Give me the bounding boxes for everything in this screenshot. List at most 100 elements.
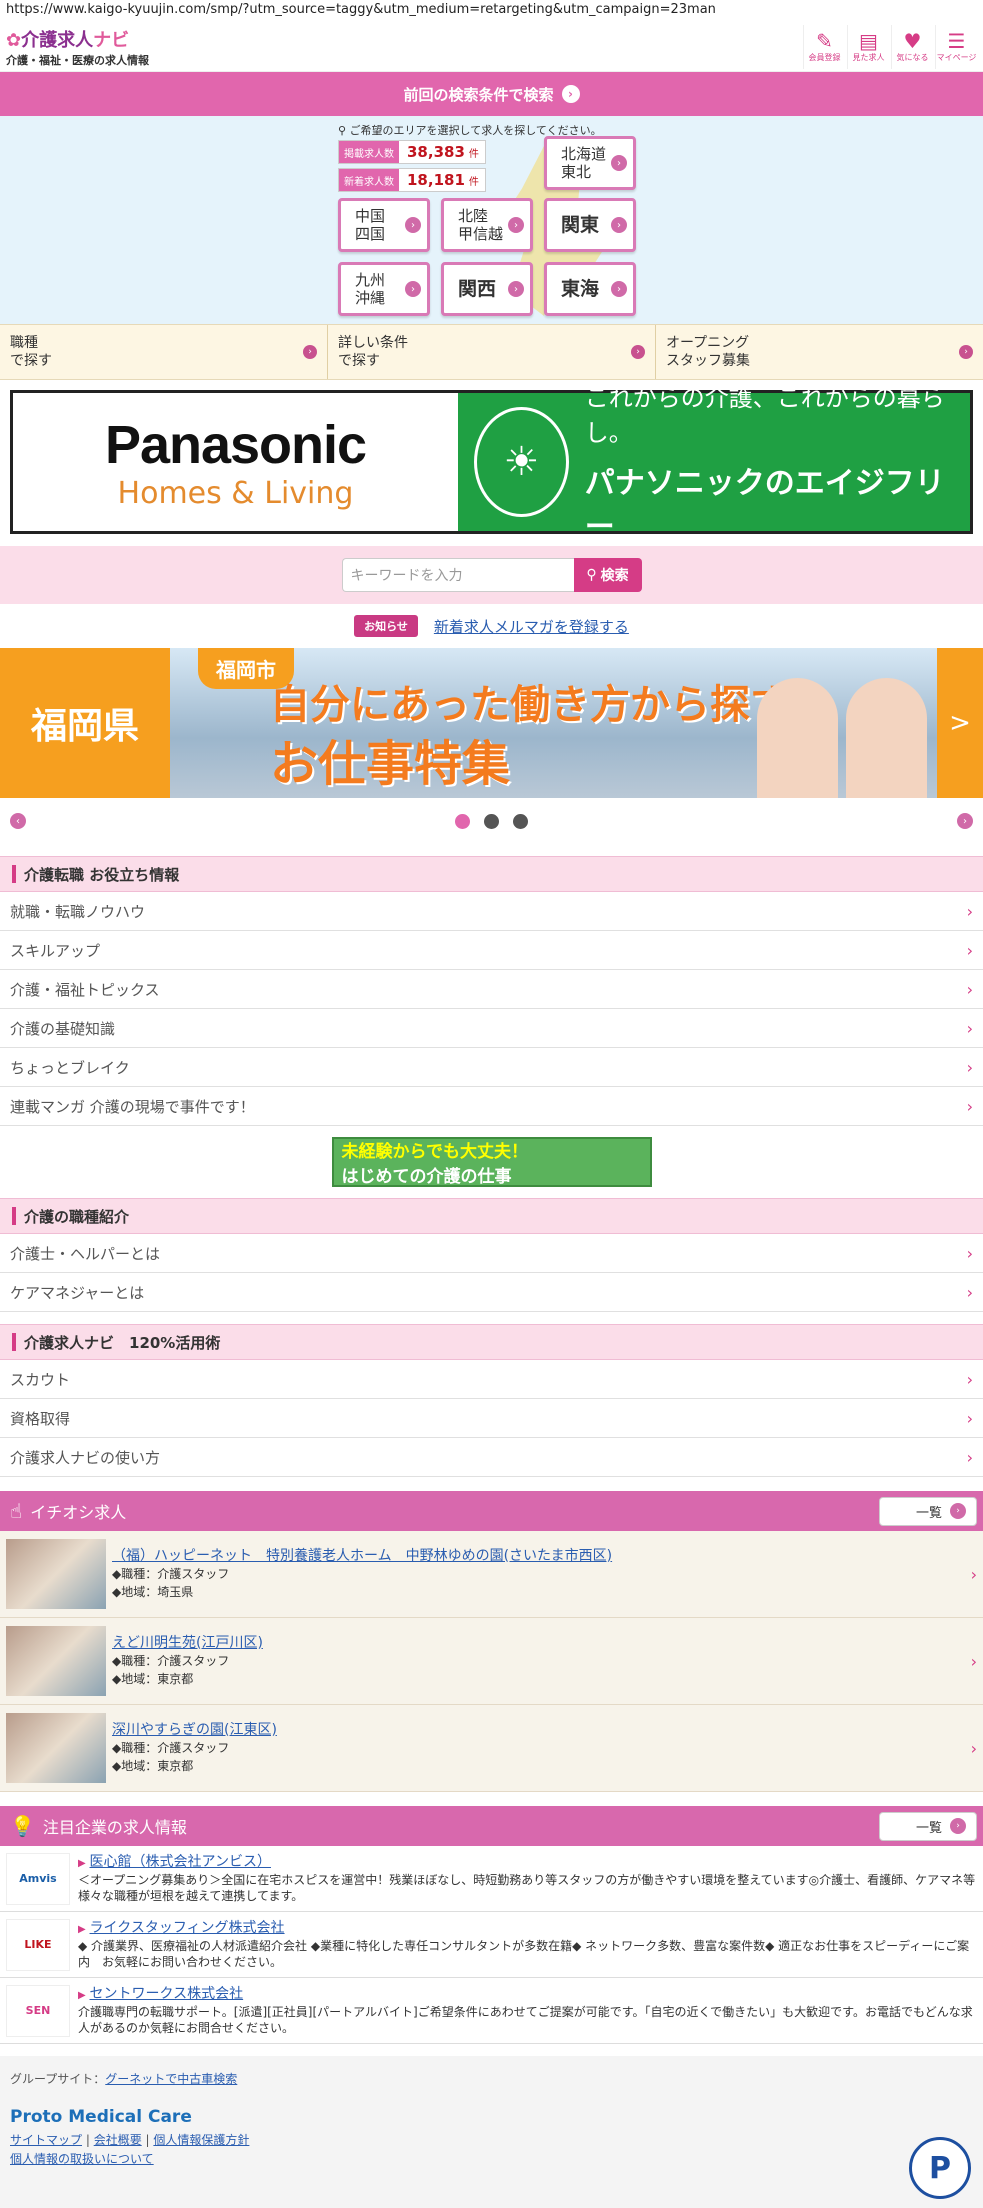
region-kanto[interactable]: 関東 › — [544, 198, 636, 252]
company-logo: Amvis — [6, 1852, 70, 1905]
job-row[interactable]: 深川やすらぎの園(江東区) ◆職種：介護スタッフ ◆地域：東京都 › — [0, 1705, 983, 1792]
favorites-button[interactable]: ♥ 気になる — [891, 24, 933, 69]
carousel-dot[interactable] — [484, 813, 499, 829]
chevron-right-icon: › — [966, 1096, 973, 1116]
ad-tagline: これからの介護、これからの暮らし。 — [584, 384, 945, 447]
chevron-right-icon: › — [966, 1369, 973, 1389]
ad-company: パナソニックのエイジフリー — [584, 466, 945, 545]
job-title-link[interactable]: 深川やすらぎの園(江東区) — [112, 1722, 277, 1738]
search-tabs: 職種 で探す › 詳しい条件 で探す › オープニング スタッフ募集 › — [0, 324, 983, 380]
member-register-button[interactable]: ✎ 会員登録 — [803, 24, 845, 69]
list-item[interactable]: ケアマネジャーとは › — [0, 1273, 983, 1312]
arrow-right-icon: › — [508, 281, 524, 297]
header-icons: ✎ 会員登録 ▤ 見た求人 ♥ 気になる ☰ マイページ — [803, 24, 977, 69]
pointing-hand-icon: ☝ — [10, 1499, 23, 1523]
chevron-right-icon: › — [966, 1018, 973, 1038]
list-item[interactable]: 介護・福祉トピックス › — [0, 970, 983, 1009]
arrow-right-icon: › — [508, 217, 524, 233]
tab-search-by-job-type[interactable]: 職種 で探す › — [0, 325, 328, 379]
search-button[interactable]: ⚲ 検索 — [573, 558, 642, 592]
region-hokuriku-koshinetsu[interactable]: 北陸 甲信越 › — [441, 198, 533, 252]
keyword-input[interactable]: キーワードを入力 — [341, 558, 574, 592]
region-chugoku-shikoku[interactable]: 中国 四国 › — [338, 198, 430, 252]
panasonic-ad-banner[interactable]: Panasonic Homes & Living ☀ これからの介護、これからの… — [10, 384, 973, 545]
carousel-prev-button[interactable]: ‹ — [10, 813, 26, 829]
region-tokai[interactable]: 東海 › — [544, 262, 636, 316]
companies-all-button[interactable]: 一覧 › — [878, 1811, 977, 1841]
chevron-right-icon: › — [966, 1447, 973, 1467]
arrow-right-icon: › — [561, 85, 580, 103]
beginner-banner[interactable]: 未経験からでも大丈夫！ はじめての介護の仕事 — [331, 1137, 652, 1187]
heart-icon: ♥ — [903, 29, 922, 53]
company-link[interactable]: セントワークス株式会社 — [90, 1986, 244, 2002]
footer: グループサイト：グーネットで中古車検索 Proto Medical Care サ… — [0, 2056, 983, 2208]
company-row[interactable]: LIKE ▶ ライクスタッフィング株式会社 ◆ 介護業界、医療福祉の人材派遣紹介会… — [0, 1912, 983, 1978]
job-title-link[interactable]: えど川明生苑(江戸川区) — [112, 1635, 263, 1651]
company-profile-link[interactable]: 会社概要 — [94, 2133, 142, 2147]
chevron-right-icon: › — [970, 1564, 977, 1584]
chevron-right-icon: › — [970, 1738, 977, 1758]
list-item[interactable]: 介護士・ヘルパーとは › — [0, 1234, 983, 1273]
company-row[interactable]: Amvis ▶ 医心館（株式会社アンビス） ＜オープニング募集あり＞全国に在宅ホス… — [0, 1846, 983, 1912]
list-item[interactable]: 介護の基礎知識 › — [0, 1009, 983, 1048]
region-kyushu-okinawa[interactable]: 九州 沖縄 › — [338, 262, 430, 316]
mypage-button[interactable]: ☰ マイページ — [935, 24, 977, 69]
chevron-right-icon: › — [966, 1408, 973, 1428]
arrow-right-icon: › — [303, 345, 317, 359]
tab-detailed-search[interactable]: 詳しい条件 で探す › — [328, 325, 656, 379]
feature-carousel-banner[interactable]: 福岡県 福岡市 自分にあった働き方から探す お仕事特集 > — [0, 648, 983, 798]
carousel-dot[interactable] — [455, 813, 470, 829]
banner-next-button[interactable]: > — [937, 648, 983, 798]
list-item[interactable]: 就職・転職ノウハウ › — [0, 892, 983, 931]
ad-sub: Homes & Living — [117, 475, 354, 511]
job-row[interactable]: （福）ハッピーネット 特別養護老人ホーム 中野林ゆめの園(さいたま市西区) ◆職種… — [0, 1531, 983, 1618]
company-row[interactable]: SEN ▶ セントワークス株式会社 介護職専門の転職サポート。[派遣][正社員][… — [0, 1978, 983, 2044]
news-row: お知らせ 新着求人メルマガを登録する — [0, 604, 983, 648]
privacy-policy-link[interactable]: 個人情報保護方針 — [153, 2133, 249, 2147]
banner-prefecture: 福岡県 — [0, 648, 170, 798]
list-item[interactable]: ちょっとブレイク › — [0, 1048, 983, 1087]
personal-info-link[interactable]: 個人情報の取扱いについて — [10, 2152, 154, 2166]
banner-people-image — [757, 658, 927, 798]
arrow-right-icon: › — [611, 217, 627, 233]
arrow-right-icon: › — [405, 281, 421, 297]
featured-companies-header: 💡 注目企業の求人情報 一覧 › — [0, 1806, 983, 1846]
list-item[interactable]: 介護求人ナビの使い方 › — [0, 1438, 983, 1477]
banner-headline: 自分にあった働き方から探す — [270, 682, 790, 728]
company-link[interactable]: ライクスタッフィング株式会社 — [90, 1920, 285, 1936]
carousel-next-button[interactable]: › — [957, 813, 973, 829]
carousel-dot[interactable] — [513, 813, 528, 829]
chevron-right-icon: › — [966, 940, 973, 960]
region-hokkaido-tohoku[interactable]: 北海道 東北 › — [544, 136, 636, 190]
newsletter-link[interactable]: 新着求人メルマガを登録する — [434, 616, 629, 637]
triangle-icon: ▶ — [78, 1923, 86, 1935]
job-row[interactable]: えど川明生苑(江戸川区) ◆職種：介護スタッフ ◆地域：東京都 › — [0, 1618, 983, 1705]
company-link[interactable]: 医心館（株式会社アンビス） — [90, 1854, 271, 1870]
footer-company-logo: Proto Medical Care — [10, 2107, 192, 2127]
viewed-jobs-button[interactable]: ▤ 見た求人 — [847, 24, 889, 69]
arrow-right-icon: › — [959, 345, 973, 359]
address-bar[interactable]: https://www.kaigo-kyuujin.com/smp/?utm_s… — [0, 0, 983, 22]
site-logo[interactable]: ✿介護求人ナビ 介護・福祉・医療の求人情報 — [6, 26, 149, 68]
arrow-right-icon: › — [611, 281, 627, 297]
list-item[interactable]: 資格取得 › — [0, 1399, 983, 1438]
region-kansai[interactable]: 関西 › — [441, 262, 533, 316]
job-title-link[interactable]: （福）ハッピーネット 特別養護老人ホーム 中野林ゆめの園(さいたま市西区) — [112, 1548, 612, 1564]
job-photo — [6, 1713, 106, 1783]
previous-search-button[interactable]: 前回の検索条件で検索 › — [0, 72, 983, 116]
list-item[interactable]: 連載マンガ 介護の現場で事件です！ › — [0, 1087, 983, 1126]
company-logo: SEN — [6, 1984, 70, 2037]
list-item[interactable]: スキルアップ › — [0, 931, 983, 970]
pin-icon: ⚲ — [338, 124, 347, 137]
arrow-right-icon: › — [611, 155, 627, 171]
carousel-controls: ‹ › — [0, 798, 983, 844]
group-site-link[interactable]: グーネットで中古車検索 — [105, 2072, 237, 2086]
chevron-right-icon: › — [966, 1243, 973, 1263]
list-item[interactable]: スカウト › — [0, 1360, 983, 1399]
keyword-search: キーワードを入力 ⚲ 検索 — [0, 546, 983, 604]
pickup-all-button[interactable]: 一覧 › — [878, 1496, 977, 1526]
ad-brand: Panasonic — [104, 414, 367, 475]
chevron-right-icon: › — [966, 901, 973, 921]
sitemap-link[interactable]: サイトマップ — [10, 2133, 82, 2147]
tab-opening-staff[interactable]: オープニング スタッフ募集 › — [656, 325, 983, 379]
